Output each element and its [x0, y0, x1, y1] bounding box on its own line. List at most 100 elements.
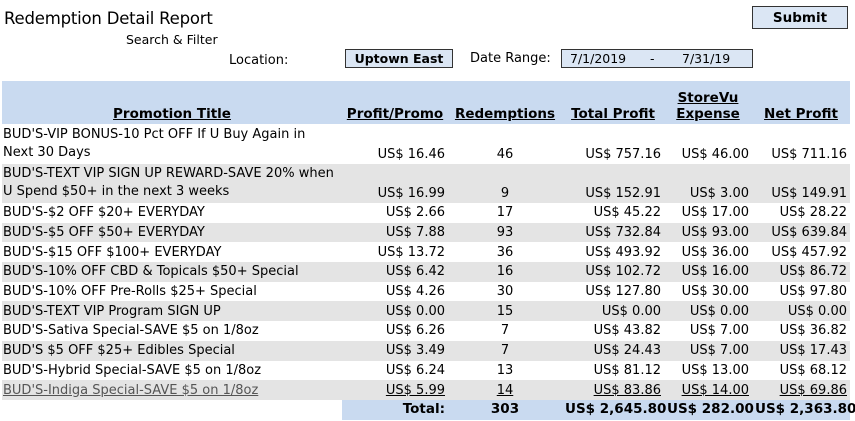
promo-title-cell: BUD'S-VIP BONUS-10 Pct OFF If U Buy Agai… [3, 126, 306, 160]
table-row: BUD'S-TEXT VIP SIGN UP REWARD-SAVE 20% w… [2, 163, 850, 203]
promo-title-cell: BUD'S-$5 OFF $50+ EVERYDAY [2, 222, 342, 243]
total-redemptions: 303 [448, 399, 562, 420]
date-from[interactable]: 7/1/2019 [570, 51, 626, 66]
expense-cell: US$ 16.00 [664, 262, 752, 282]
search-filter-label: Search & Filter [126, 32, 218, 47]
location-select[interactable]: Uptown East [345, 49, 453, 68]
table-row: BUD'S-$15 OFF $100+ EVERYDAY US$ 13.72 3… [2, 242, 850, 262]
total-profit-cell: US$ 45.22 [593, 205, 661, 221]
profit-promo-cell: US$ 6.24 [385, 362, 445, 378]
net-profit-cell[interactable]: US$ 69.86 [752, 380, 850, 400]
promo-title-cell: BUD'S $5 OFF $25+ Edibles Special [2, 340, 342, 361]
table-header-row: Promotion Title Profit/Promo Redemptions… [2, 81, 850, 124]
promo-title-link[interactable]: BUD'S-Indiga Special-SAVE $5 on 1/8oz [2, 380, 342, 400]
total-profit-cell: US$ 127.80 [585, 284, 661, 300]
table-row: BUD'S-VIP BONUS-10 Pct OFF If U Buy Agai… [2, 124, 850, 164]
profit-promo-cell: US$ 16.46 [377, 146, 445, 162]
table-row: BUD'S-Hybrid Special-SAVE $5 on 1/8oz US… [2, 361, 850, 381]
net-profit-cell: US$ 457.92 [771, 244, 847, 260]
profit-promo-cell: US$ 6.42 [342, 262, 448, 282]
date-to[interactable]: 7/31/19 [682, 51, 730, 66]
expense-cell: US$ 7.00 [689, 323, 749, 339]
table-row: BUD'S-$5 OFF $50+ EVERYDAY US$ 7.88 93 U… [2, 222, 850, 243]
expense-cell[interactable]: US$ 14.00 [664, 380, 752, 400]
net-profit-cell: US$ 0.00 [752, 301, 850, 322]
redemptions-cell: 16 [448, 262, 562, 282]
profit-promo-cell: US$ 7.88 [342, 222, 448, 243]
profit-promo-cell: US$ 6.26 [385, 323, 445, 339]
total-profit-cell: US$ 732.84 [562, 222, 664, 243]
redemption-table: Promotion Title Profit/Promo Redemptions… [2, 81, 855, 420]
col-total-profit[interactable]: Total Profit [562, 81, 664, 124]
total-label: Total: [342, 399, 448, 420]
total-profit-cell: US$ 81.12 [593, 362, 661, 378]
total-profit-cell: US$ 152.91 [562, 163, 664, 203]
total-profit: US$ 2,645.80 [562, 399, 666, 420]
promo-title-cell: BUD'S-10% OFF Pre-Rolls $25+ Special [3, 284, 257, 300]
promo-title-cell: BUD'S-Hybrid Special-SAVE $5 on 1/8oz [3, 362, 262, 378]
profit-promo-cell: US$ 13.72 [377, 244, 445, 260]
col-storevu-expense[interactable]: StoreVu Expense [664, 81, 752, 124]
table-row: BUD'S $5 OFF $25+ Edibles Special US$ 3.… [2, 340, 850, 361]
profit-promo-cell: US$ 4.26 [385, 284, 445, 300]
total-row: Total: 303 US$ 2,645.80 US$ 282.00 US$ 2… [2, 399, 855, 420]
date-range-input[interactable]: 7/1/2019 - 7/31/19 [561, 49, 753, 68]
net-profit-cell: US$ 36.82 [779, 323, 847, 339]
col-profit-promo[interactable]: Profit/Promo [342, 81, 448, 124]
expense-cell: US$ 36.00 [681, 244, 749, 260]
table-row: BUD'S-$2 OFF $20+ EVERYDAY US$ 2.66 17 U… [2, 203, 850, 223]
table-row: BUD'S-10% OFF CBD & Topicals $50+ Specia… [2, 262, 850, 282]
redemptions-cell: 7 [448, 340, 562, 361]
expense-cell: US$ 46.00 [681, 146, 749, 162]
promo-title-cell: BUD'S-$15 OFF $100+ EVERYDAY [3, 244, 222, 260]
promo-title-cell: BUD'S-10% OFF CBD & Topicals $50+ Specia… [2, 262, 342, 282]
profit-promo-cell: US$ 2.66 [385, 205, 445, 221]
table-row: BUD'S-10% OFF Pre-Rolls $25+ Special US$… [2, 282, 850, 302]
net-profit-cell: US$ 68.12 [779, 362, 847, 378]
location-label: Location: [229, 53, 289, 68]
promo-title-cell: BUD'S-TEXT VIP Program SIGN UP [2, 301, 342, 322]
col-promotion-title[interactable]: Promotion Title [2, 81, 342, 124]
expense-cell: US$ 7.00 [664, 340, 752, 361]
date-separator: - [650, 51, 655, 66]
net-profit-cell: US$ 28.22 [779, 205, 847, 221]
profit-promo-cell[interactable]: US$ 5.99 [342, 380, 448, 400]
net-profit-cell: US$ 97.80 [779, 284, 847, 300]
redemptions-cell: 7 [500, 323, 510, 339]
total-spacer [2, 400, 342, 420]
total-profit-cell: US$ 493.92 [585, 244, 661, 260]
net-profit-cell: US$ 639.84 [752, 222, 850, 243]
col-net-profit[interactable]: Net Profit [752, 81, 850, 124]
total-profit-cell: US$ 757.16 [585, 146, 661, 162]
total-profit-cell: US$ 24.43 [562, 340, 664, 361]
redemptions-cell: 46 [496, 146, 514, 162]
redemptions-cell: 17 [496, 205, 514, 221]
total-net-profit: US$ 2,363.80 [752, 399, 855, 420]
table-row[interactable]: BUD'S-Indiga Special-SAVE $5 on 1/8oz US… [2, 380, 850, 400]
net-profit-cell: US$ 711.16 [771, 146, 847, 162]
total-profit-cell: US$ 102.72 [562, 262, 664, 282]
col-redemptions[interactable]: Redemptions [448, 81, 562, 124]
redemptions-cell: 9 [448, 163, 562, 203]
redemptions-cell[interactable]: 14 [448, 380, 562, 400]
redemptions-cell: 30 [496, 284, 514, 300]
redemptions-cell: 93 [448, 222, 562, 243]
net-profit-cell: US$ 86.72 [752, 262, 850, 282]
promo-title-cell: BUD'S-Sativa Special-SAVE $5 on 1/8oz [3, 323, 259, 339]
expense-cell: US$ 13.00 [681, 362, 749, 378]
expense-cell: US$ 93.00 [664, 222, 752, 243]
profit-promo-cell: US$ 3.49 [342, 340, 448, 361]
profit-promo-cell: US$ 0.00 [342, 301, 448, 322]
expense-cell: US$ 3.00 [664, 163, 752, 203]
total-expense: US$ 282.00 [664, 399, 754, 420]
table-row: BUD'S-Sativa Special-SAVE $5 on 1/8oz US… [2, 321, 850, 341]
submit-button[interactable]: Submit [752, 6, 848, 29]
net-profit-cell: US$ 17.43 [752, 340, 850, 361]
date-range-label: Date Range: [470, 51, 551, 66]
promo-title-cell: BUD'S-$2 OFF $20+ EVERYDAY [3, 205, 205, 221]
total-profit-cell[interactable]: US$ 83.86 [562, 380, 664, 400]
report-title: Redemption Detail Report [4, 9, 213, 28]
expense-cell: US$ 30.00 [681, 284, 749, 300]
total-profit-cell: US$ 0.00 [562, 301, 664, 322]
redemptions-cell: 36 [496, 244, 514, 260]
